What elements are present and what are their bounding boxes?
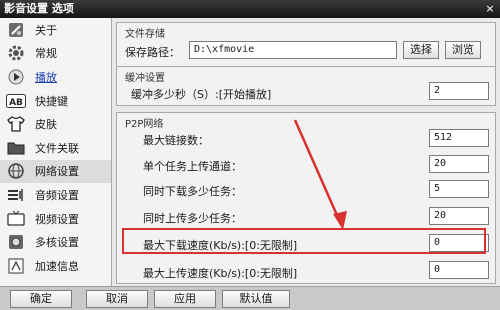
sidebar-item-label: 播放 xyxy=(35,70,57,84)
network-icon xyxy=(5,162,27,180)
sidebar-item-label: 关于 xyxy=(35,23,57,37)
sidebar-item-label: 加速信息 xyxy=(35,259,79,273)
max-upload-speed-label: 最大上传速度(Kb/s):[0:无限制] xyxy=(143,267,298,280)
ab-keyboard-icon: AB xyxy=(5,92,27,110)
default-button[interactable]: 默认值 xyxy=(222,290,290,308)
close-icon[interactable]: × xyxy=(483,2,497,15)
section-title: P2P网络 xyxy=(125,119,164,130)
sidebar-item-label: 常规 xyxy=(35,47,57,61)
max-connections-label: 最大链接数： xyxy=(143,134,209,147)
footer-bar: 确定 取消 应用 默认值 xyxy=(0,286,500,310)
tv-icon xyxy=(5,210,27,228)
sidebar-item-label: 皮肤 xyxy=(35,118,57,132)
section-title: 缓冲设置 xyxy=(125,73,165,84)
sidebar-item-general[interactable]: 常规 xyxy=(0,42,111,66)
buffer-section: 缓冲设置 缓冲多少秒（S）:[开始播放] 2 xyxy=(116,66,496,106)
buffer-seconds-label: 缓冲多少秒（S）:[开始播放] xyxy=(131,88,272,101)
audio-icon xyxy=(5,186,27,204)
upload-channels-label: 单个任务上传通道： xyxy=(143,160,242,173)
sidebar-item-multicore[interactable]: 多核设置 xyxy=(0,230,111,254)
p2p-section: P2P网络 最大链接数： 512 单个任务上传通道： 20 同时下载多少任务： … xyxy=(116,112,496,284)
window-title: 影音设置 选项 xyxy=(4,2,74,15)
save-path-input[interactable]: D:\xfmovie xyxy=(189,41,397,59)
buffer-seconds-input[interactable]: 2 xyxy=(429,82,489,100)
tools-icon xyxy=(5,21,27,39)
apply-button[interactable]: 应用 xyxy=(154,290,216,308)
select-button[interactable]: 选择 xyxy=(403,41,439,59)
concurrent-downloads-label: 同时下载多少任务： xyxy=(143,185,242,198)
max-upload-speed-input[interactable]: 0 xyxy=(429,261,489,279)
browse-button[interactable]: 浏览 xyxy=(445,41,481,59)
section-title: 文件存储 xyxy=(125,29,165,40)
sidebar-item-label: 快捷键 xyxy=(35,94,68,108)
sidebar-item-video[interactable]: 视频设置 xyxy=(0,207,111,231)
highlight-box xyxy=(122,228,486,254)
sidebar-item-label: 网络设置 xyxy=(35,165,79,179)
sidebar-item-file-assoc[interactable]: 文件关联 xyxy=(0,136,111,160)
folder-icon xyxy=(5,139,27,157)
max-connections-input[interactable]: 512 xyxy=(429,129,489,147)
cancel-button[interactable]: 取消 xyxy=(86,290,148,308)
concurrent-uploads-input[interactable]: 20 xyxy=(429,207,489,225)
sidebar: 关于 常规 播放 AB 快捷键 皮肤 文件关联 网络设置 音频设置 视频设置 多… xyxy=(0,18,112,286)
sidebar-item-network[interactable]: 网络设置 xyxy=(0,159,111,184)
sidebar-item-hotkeys[interactable]: AB 快捷键 xyxy=(0,89,111,113)
play-icon xyxy=(5,68,27,86)
sidebar-item-label: 音频设置 xyxy=(35,188,79,202)
save-path-label: 保存路径： xyxy=(125,46,180,59)
ok-button[interactable]: 确定 xyxy=(10,290,72,308)
gear-icon xyxy=(5,44,27,62)
sidebar-item-about[interactable]: 关于 xyxy=(0,18,111,42)
sidebar-item-skin[interactable]: 皮肤 xyxy=(0,112,111,136)
multicore-icon xyxy=(5,233,27,251)
concurrent-uploads-label: 同时上传多少任务： xyxy=(143,212,242,225)
sidebar-item-audio[interactable]: 音频设置 xyxy=(0,183,111,207)
sidebar-item-label: 视频设置 xyxy=(35,212,79,226)
sidebar-item-label: 多核设置 xyxy=(35,236,79,250)
title-bar: 影音设置 选项 × xyxy=(0,0,500,18)
sidebar-item-playback[interactable]: 播放 xyxy=(0,65,111,89)
svg-text:AB: AB xyxy=(9,98,23,108)
tshirt-icon xyxy=(5,115,27,133)
upload-channels-input[interactable]: 20 xyxy=(429,155,489,173)
sidebar-item-label: 文件关联 xyxy=(35,141,79,155)
accelerate-icon xyxy=(5,257,27,275)
sidebar-item-accelerate[interactable]: 加速信息 xyxy=(0,254,111,278)
concurrent-downloads-input[interactable]: 5 xyxy=(429,180,489,198)
